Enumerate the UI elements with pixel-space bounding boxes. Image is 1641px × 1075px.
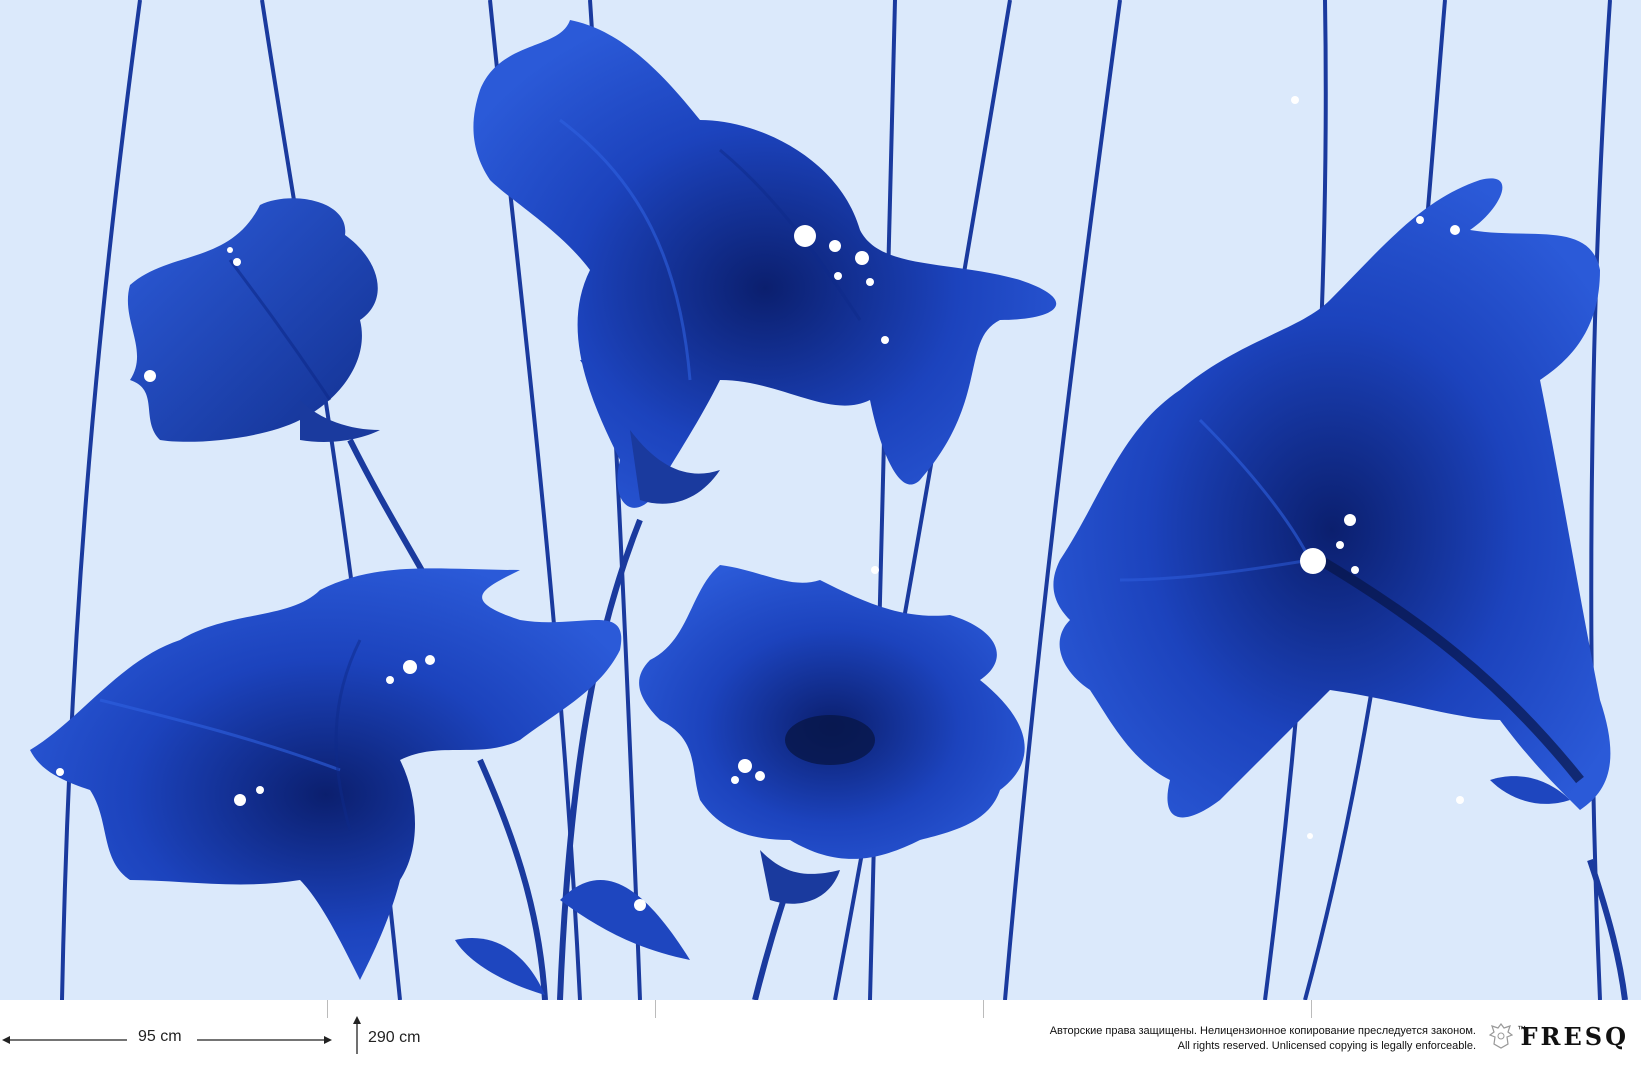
- panel-tick: [983, 1000, 984, 1018]
- height-dimension-arrow: [353, 1016, 361, 1054]
- copyright-en: All rights reserved. Unlicensed copying …: [1177, 1040, 1476, 1052]
- floral-mural-artwork: [0, 0, 1641, 1000]
- panel-width-label: 95 cm: [138, 1028, 182, 1045]
- copyright-ru: Авторские права защищены. Нелицензионное…: [1049, 1025, 1476, 1037]
- panel-tick: [1311, 1000, 1312, 1018]
- copyright-notice: Авторские права защищены. Нелицензионное…: [1050, 1024, 1476, 1054]
- panel-tick: [655, 1000, 656, 1018]
- panel-tick: [327, 1000, 328, 1018]
- brand-logo: FRESQ: [1520, 1022, 1629, 1051]
- eagle-emblem-icon: [1489, 1023, 1513, 1049]
- footer-bar: 95 cm 290 cm Авторские права защищены. Н…: [0, 1000, 1641, 1075]
- height-label: 290 cm: [368, 1029, 421, 1046]
